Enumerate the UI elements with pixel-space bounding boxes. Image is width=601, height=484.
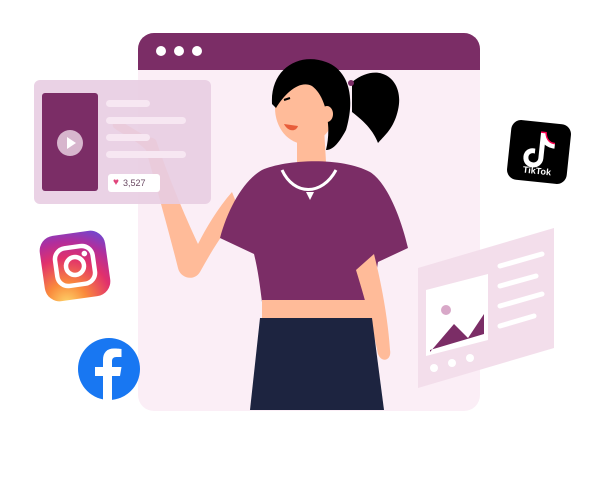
text-placeholder-line: [106, 151, 186, 158]
text-placeholder-line: [106, 134, 150, 141]
text-placeholder-line: [106, 100, 150, 107]
text-placeholder-line: [106, 117, 186, 124]
gallery-post-card: [418, 228, 554, 388]
likes-badge: ♥ 3,527: [108, 174, 160, 192]
likes-count: 3,527: [122, 178, 146, 188]
tiktok-icon[interactable]: TikTok: [506, 119, 572, 185]
video-post-card: ♥ 3,527: [34, 80, 211, 204]
video-thumbnail: [42, 93, 98, 191]
camera-icon: [52, 243, 98, 289]
heart-icon: ♥: [113, 177, 119, 188]
facebook-f-icon: [95, 348, 122, 400]
instagram-icon[interactable]: [37, 228, 113, 304]
illustration: ♥ 3,527 TikTok: [0, 0, 601, 484]
play-icon[interactable]: [57, 130, 83, 156]
facebook-icon[interactable]: [78, 338, 140, 400]
